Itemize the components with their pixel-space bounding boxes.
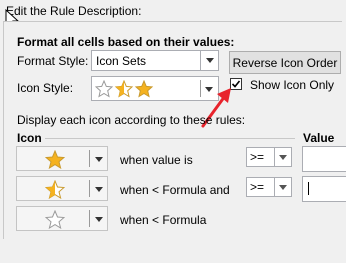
star-full-icon xyxy=(45,150,65,169)
rule-3-text: when < Formula xyxy=(120,213,207,227)
section-title: Edit the Rule Description: xyxy=(6,4,142,18)
icon-style-label: Icon Style: xyxy=(17,81,74,95)
chevron-down-icon xyxy=(274,148,291,166)
chevron-down-icon xyxy=(274,178,291,196)
reverse-icon-order-button[interactable]: Reverse Icon Order xyxy=(229,51,341,74)
rule-2-value-input[interactable] xyxy=(302,176,346,202)
format-style-value: Icon Sets xyxy=(96,54,147,68)
reverse-icon-order-label: Reverse Icon Order xyxy=(232,55,338,70)
show-icon-only-label[interactable]: Show Icon Only xyxy=(250,78,334,92)
icon-style-preview xyxy=(95,80,154,98)
rule-1-icon-select[interactable] xyxy=(16,146,108,171)
chevron-down-icon xyxy=(95,156,103,162)
icon-column-header: Icon xyxy=(17,131,42,145)
chevron-down-icon xyxy=(95,186,103,192)
star-empty-icon xyxy=(45,210,65,229)
text-caret xyxy=(308,182,309,195)
format-style-select[interactable]: Icon Sets xyxy=(91,50,219,71)
rule-1-text: when value is xyxy=(120,153,193,167)
rule-2-text: when < Formula and xyxy=(120,183,230,197)
header-divider xyxy=(45,138,295,139)
rule-1-value-input[interactable] xyxy=(302,146,346,172)
chevron-down-icon xyxy=(200,51,218,70)
rule-2-operator-select[interactable]: >= xyxy=(246,177,292,197)
rule-1-operator-value: >= xyxy=(250,150,265,164)
rule-2-icon-select[interactable] xyxy=(16,176,108,201)
format-all-heading: Format all cells based on their values: xyxy=(17,35,235,49)
value-column-header: Value xyxy=(303,131,335,145)
rule-3-icon-select[interactable] xyxy=(16,206,108,231)
star-half-icon xyxy=(45,180,65,199)
format-style-label: Format Style: xyxy=(17,54,89,68)
rule-2-operator-value: >= xyxy=(250,180,265,194)
chevron-down-icon xyxy=(95,216,103,222)
display-rules-text: Display each icon according to these rul… xyxy=(17,113,246,127)
rule-1-operator-select[interactable]: >= xyxy=(246,147,292,167)
